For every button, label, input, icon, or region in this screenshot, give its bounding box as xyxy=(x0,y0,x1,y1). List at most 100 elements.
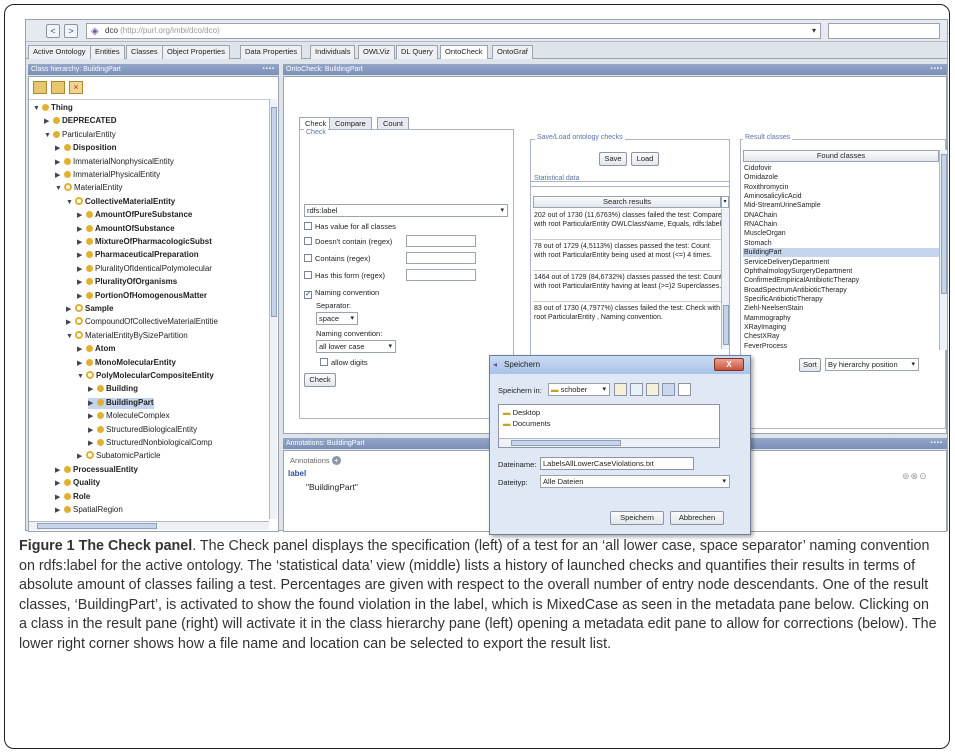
checkbox[interactable] xyxy=(304,271,312,279)
tree-scroll-thumb[interactable] xyxy=(271,107,277,317)
tree-item[interactable]: ▶ PharmaceuticalPreparation xyxy=(77,250,199,261)
tree-item[interactable]: ▶ ImmaterialNonphysicalEntity xyxy=(55,157,174,168)
annotation-actions-icon[interactable]: ⊚⊗⊙ xyxy=(902,471,928,482)
expand-right-icon[interactable]: ▶ xyxy=(88,439,97,449)
tree-item[interactable]: ▶ DEPRECATED xyxy=(44,116,117,127)
search-input[interactable] xyxy=(828,23,940,39)
expand-right-icon[interactable]: ▶ xyxy=(77,251,86,261)
doesnt-contain-input[interactable] xyxy=(406,235,476,247)
tab-owlviz[interactable]: OWLViz xyxy=(358,45,395,59)
dialog-cancel-button[interactable]: Abbrechen xyxy=(670,511,724,525)
tree-hscrollbar[interactable] xyxy=(29,521,269,530)
found-class-item[interactable]: Stomach xyxy=(743,239,939,248)
tree-item[interactable]: ▶ StructuredBiologicalEntity xyxy=(88,425,197,436)
statistical-scrollbar[interactable] xyxy=(721,209,729,349)
found-class-item[interactable]: Mid-StreamUrineSample xyxy=(743,201,939,210)
tree-item[interactable]: ▶ SpatialRegion xyxy=(55,505,123,516)
tree-item[interactable]: ▶ AmountOfPureSubstance xyxy=(77,210,192,221)
tree-item[interactable]: ▶ Role xyxy=(55,492,90,503)
expand-right-icon[interactable]: ▶ xyxy=(44,117,53,127)
checkbox[interactable] xyxy=(320,358,328,366)
option-allow-digits[interactable]: allow digits xyxy=(320,358,368,367)
folder-hscrollbar[interactable] xyxy=(499,438,719,447)
checkbox[interactable] xyxy=(304,222,312,230)
tree-item[interactable]: ▶ AmountOfSubstance xyxy=(77,224,175,235)
expand-right-icon[interactable]: ▶ xyxy=(66,318,75,328)
expand-right-icon[interactable]: ▶ xyxy=(88,399,97,409)
add-sibling-icon[interactable] xyxy=(51,81,65,94)
tree-item[interactable]: ▶ PluralityOfOrganisms xyxy=(77,277,177,288)
tree-item[interactable]: ▶ CompoundOfCollectiveMaterialEntitie xyxy=(66,317,218,328)
expand-right-icon[interactable]: ▶ xyxy=(66,305,75,315)
expand-right-icon[interactable]: ▶ xyxy=(77,359,86,369)
home-icon[interactable] xyxy=(630,383,643,396)
expand-down-icon[interactable]: ▼ xyxy=(77,372,86,382)
expand-down-icon[interactable]: ▼ xyxy=(66,332,75,342)
tree-item[interactable]: ▶ MoleculeComplex xyxy=(88,411,170,422)
expand-right-icon[interactable]: ▶ xyxy=(55,466,64,476)
tree-item[interactable]: ▶ MonoMolecularEntity xyxy=(77,358,176,369)
found-class-item[interactable]: SpecificAntibioticTherapy xyxy=(743,295,939,304)
dialog-save-button[interactable]: Speichern xyxy=(610,511,664,525)
tree-item[interactable]: ▼ MaterialEntity xyxy=(55,183,122,194)
tab-ontograf[interactable]: OntoGraf xyxy=(492,45,533,59)
tab-ontocheck[interactable]: OntoCheck xyxy=(440,45,488,59)
ontology-selector[interactable]: ◈ dco (http://purl.org/imbi/dco/dco) ▾ xyxy=(86,23,821,39)
separator-select[interactable]: space ▾ xyxy=(316,312,358,325)
close-button[interactable]: X xyxy=(714,358,744,371)
results-scrollbar[interactable] xyxy=(939,150,947,350)
sort-select[interactable]: By hierarchy position ▾ xyxy=(825,358,919,371)
tab-object-properties[interactable]: Object Properties xyxy=(162,45,230,59)
expand-right-icon[interactable]: ▶ xyxy=(88,426,97,436)
tree-item[interactable]: ▶ Sample xyxy=(66,304,113,315)
expand-down-icon[interactable]: ▼ xyxy=(66,198,75,208)
tree-item[interactable]: ▶ ProcessualEntity xyxy=(55,465,138,476)
warning-icon[interactable]: ▲ xyxy=(946,23,949,37)
check-button[interactable]: Check xyxy=(304,373,336,387)
found-class-item[interactable]: FeverProcess xyxy=(743,342,939,351)
checkbox-checked[interactable]: ✓ xyxy=(304,291,312,299)
option-naming-convention[interactable]: ✓ Naming convention xyxy=(304,288,379,299)
found-class-item[interactable]: Ziehl-NeelsenStain xyxy=(743,304,939,313)
panel-controls-icon[interactable]: ▪▪▪▪ xyxy=(930,64,943,75)
folder-documents[interactable]: ▬ Documents xyxy=(503,419,551,428)
option-has-form[interactable]: Has this form (regex) xyxy=(304,271,385,280)
sort-button[interactable]: Sort xyxy=(799,358,821,372)
chevron-down-icon[interactable]: ▾ xyxy=(721,196,729,208)
found-class-item[interactable]: BuildingPart xyxy=(743,248,939,258)
tree-item[interactable]: ▼ PolyMolecularCompositeEntity xyxy=(77,371,214,382)
add-subclass-icon[interactable] xyxy=(33,81,47,94)
expand-right-icon[interactable]: ▶ xyxy=(55,506,64,516)
expand-right-icon[interactable]: ▶ xyxy=(55,144,64,154)
found-class-item[interactable]: DNAChain xyxy=(743,211,939,220)
found-class-item[interactable]: XRayImaging xyxy=(743,323,939,332)
save-in-select[interactable]: ▬ schober ▾ xyxy=(548,383,610,396)
expand-right-icon[interactable]: ▶ xyxy=(88,385,97,395)
expand-right-icon[interactable]: ▶ xyxy=(55,493,64,503)
expand-right-icon[interactable]: ▶ xyxy=(77,225,86,235)
tree-item[interactable]: ▶ SubatomicParticle xyxy=(77,451,160,462)
tree-item[interactable]: ▶ Quality xyxy=(55,478,100,489)
tab-data-properties[interactable]: Data Properties xyxy=(240,45,303,59)
found-class-item[interactable]: ServiceDeliveryDepartment xyxy=(743,258,939,267)
tree-item[interactable]: ▶ PluralityOfIdenticalPolymolecular xyxy=(77,264,212,275)
option-contains[interactable]: Contains (regex) xyxy=(304,254,370,263)
tree-item[interactable]: ▶ BuildingPart xyxy=(88,397,154,409)
tab-classes[interactable]: Classes xyxy=(126,45,163,59)
found-class-item[interactable]: BroadSpectrumAntibioticTherapy xyxy=(743,286,939,295)
has-form-input[interactable] xyxy=(406,269,476,281)
folder-hscroll-thumb[interactable] xyxy=(511,440,621,446)
tab-dl-query[interactable]: DL Query xyxy=(396,45,438,59)
tree-item[interactable]: ▼ MaterialEntityBySizePartition xyxy=(66,330,188,342)
save-checks-button[interactable]: Save xyxy=(599,152,627,166)
expand-right-icon[interactable]: ▶ xyxy=(77,265,86,275)
expand-right-icon[interactable]: ▶ xyxy=(77,238,86,248)
checkbox[interactable] xyxy=(304,254,312,262)
details-view-icon[interactable] xyxy=(678,383,691,396)
filetype-select[interactable]: Alle Dateien ▾ xyxy=(540,475,730,488)
panel-controls-icon[interactable]: ▪▪▪▪ xyxy=(930,438,943,449)
expand-right-icon[interactable]: ▶ xyxy=(55,479,64,489)
up-folder-icon[interactable] xyxy=(614,383,627,396)
option-has-value[interactable]: Has value for all classes xyxy=(304,222,396,231)
tree-scrollbar[interactable] xyxy=(269,99,277,519)
